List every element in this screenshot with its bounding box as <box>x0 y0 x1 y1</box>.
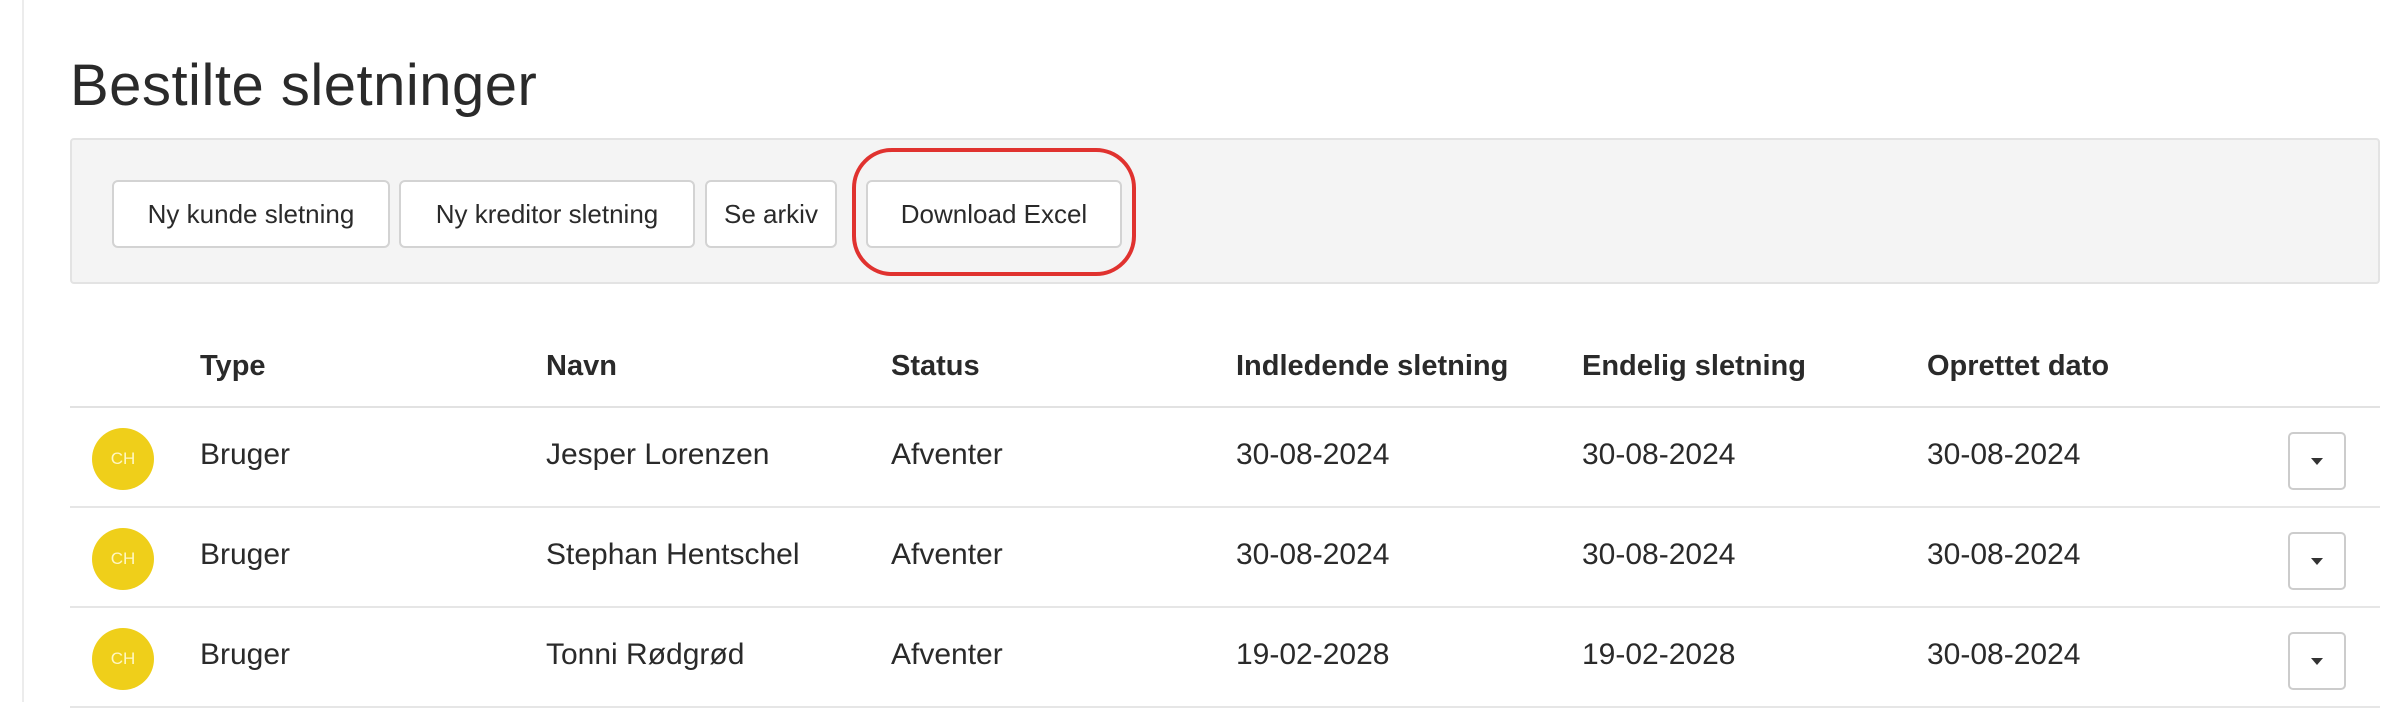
cell-type: Bruger <box>200 638 291 671</box>
column-header-name[interactable]: Navn <box>546 350 617 383</box>
cell-type: Bruger <box>200 538 291 571</box>
cell-initial-deletion: 19-02-2028 <box>1236 638 1390 671</box>
avatar: CH <box>92 528 154 590</box>
cell-created-date: 30-08-2024 <box>1927 638 2081 671</box>
cell-created-date: 30-08-2024 <box>1927 538 2081 571</box>
new-customer-deletion-button[interactable]: Ny kunde sletning <box>112 180 390 248</box>
cell-initial-deletion: 30-08-2024 <box>1236 538 1390 571</box>
table-row: CH Bruger Jesper Lorenzen Afventer 30-08… <box>70 408 2380 508</box>
column-header-initial-deletion[interactable]: Indledende sletning <box>1236 350 1508 383</box>
page-left-border <box>22 0 24 702</box>
table-header-row: Type Navn Status Indledende sletning End… <box>70 330 2380 408</box>
cell-name: Tonni Rødgrød <box>546 638 745 671</box>
cell-name: Stephan Hentschel <box>546 538 800 571</box>
deletions-table: Type Navn Status Indledende sletning End… <box>70 330 2380 708</box>
cell-status: Afventer <box>891 538 1003 571</box>
caret-down-icon <box>2311 457 2323 465</box>
avatar: CH <box>92 628 154 690</box>
cell-created-date: 30-08-2024 <box>1927 438 2081 471</box>
new-creditor-deletion-button[interactable]: Ny kreditor sletning <box>399 180 695 248</box>
caret-down-icon <box>2311 657 2323 665</box>
row-actions-dropdown-button[interactable] <box>2288 632 2346 690</box>
cell-name: Jesper Lorenzen <box>546 438 770 471</box>
table-row: CH Bruger Tonni Rødgrød Afventer 19-02-2… <box>70 608 2380 708</box>
column-header-status[interactable]: Status <box>891 350 980 383</box>
avatar: CH <box>92 428 154 490</box>
row-actions-dropdown-button[interactable] <box>2288 532 2346 590</box>
row-actions-dropdown-button[interactable] <box>2288 432 2346 490</box>
table-row: CH Bruger Stephan Hentschel Afventer 30-… <box>70 508 2380 608</box>
caret-down-icon <box>2311 557 2323 565</box>
cell-type: Bruger <box>200 438 291 471</box>
cell-status: Afventer <box>891 638 1003 671</box>
column-header-type[interactable]: Type <box>200 350 266 383</box>
column-header-created-date[interactable]: Oprettet dato <box>1927 350 2109 383</box>
page-title: Bestilte sletninger <box>70 53 538 118</box>
view-archive-button[interactable]: Se arkiv <box>705 180 837 248</box>
cell-final-deletion: 19-02-2028 <box>1582 638 1736 671</box>
download-excel-button[interactable]: Download Excel <box>866 180 1122 248</box>
cell-final-deletion: 30-08-2024 <box>1582 538 1736 571</box>
column-header-final-deletion[interactable]: Endelig sletning <box>1582 350 1806 383</box>
cell-initial-deletion: 30-08-2024 <box>1236 438 1390 471</box>
cell-final-deletion: 30-08-2024 <box>1582 438 1736 471</box>
cell-status: Afventer <box>891 438 1003 471</box>
toolbar: Ny kunde sletning Ny kreditor sletning S… <box>70 138 2380 284</box>
